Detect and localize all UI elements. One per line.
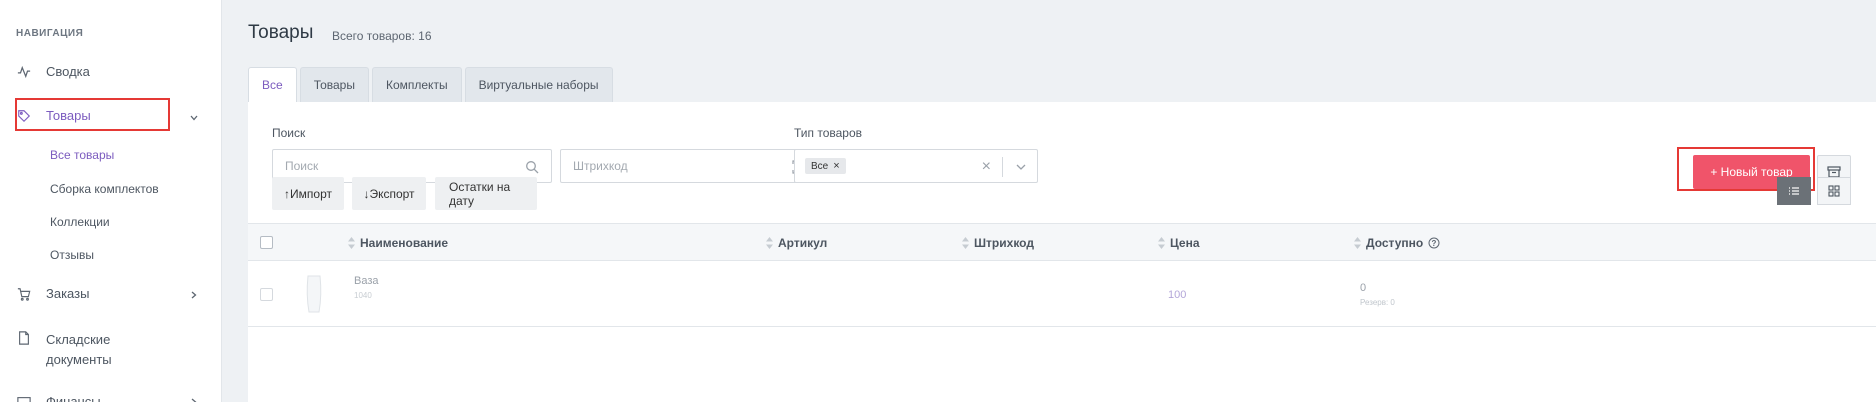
- select-separator: [1002, 157, 1003, 177]
- product-count: Всего товаров: 16: [332, 29, 432, 43]
- sort-icon: [962, 237, 969, 249]
- barcode-input[interactable]: Штрихкод: [560, 149, 819, 183]
- chip-remove-icon[interactable]: ×: [833, 160, 839, 172]
- col-name[interactable]: Наименование: [348, 236, 448, 250]
- col-available-label: Доступно: [1366, 236, 1424, 250]
- cart-icon: [16, 286, 32, 302]
- sort-icon: [1158, 237, 1165, 249]
- sidebar-item-label: Заказы: [46, 286, 90, 301]
- sidebar: НАВИГАЦИЯ Сводка Товары Все товары Сборк…: [0, 0, 222, 402]
- stock-by-date-button[interactable]: Остатки на дату: [435, 177, 537, 210]
- tab-bar: Все Товары Комплекты Виртуальные наборы: [248, 67, 613, 102]
- col-available[interactable]: Доступно ?: [1354, 236, 1440, 250]
- col-article-label: Артикул: [778, 236, 828, 250]
- product-code: 1040: [354, 291, 372, 300]
- col-price[interactable]: Цена: [1158, 236, 1200, 250]
- chevron-right-icon[interactable]: [189, 290, 199, 300]
- sidebar-item-warehouse-docs[interactable]: Складские документы: [16, 330, 206, 370]
- list-icon: [1789, 187, 1799, 195]
- barcode-placeholder: Штрихкод: [573, 159, 628, 173]
- search-placeholder: Поиск: [285, 159, 319, 173]
- col-article[interactable]: Артикул: [766, 236, 827, 250]
- product-reserve: Резерв: 0: [1360, 298, 1395, 307]
- help-icon[interactable]: ?: [1428, 237, 1440, 249]
- product-thumbnail: [306, 275, 322, 313]
- sidebar-item-orders[interactable]: Заказы: [16, 286, 206, 302]
- product-name[interactable]: Ваза: [354, 275, 379, 287]
- products-panel: Поиск Поиск Штрихкод Тип товаров Все × ×…: [248, 102, 1876, 402]
- sidebar-item-label: Складские документы: [46, 330, 112, 370]
- tab-products[interactable]: Товары: [299, 67, 369, 102]
- sidebar-item-label-line1: Складские: [46, 332, 111, 347]
- type-chip-label: Все: [811, 160, 829, 172]
- sort-icon: [766, 237, 773, 249]
- document-icon: [16, 330, 32, 346]
- product-type-select[interactable]: Все × ×: [794, 149, 1038, 183]
- sidebar-subitem-kit-assembly[interactable]: Сборка комплектов: [50, 182, 159, 196]
- chevron-down-icon[interactable]: [189, 113, 199, 123]
- tab-all[interactable]: Все: [248, 67, 297, 102]
- sort-icon: [348, 237, 355, 249]
- product-type-label: Тип товаров: [794, 126, 863, 140]
- activity-icon: [16, 64, 32, 80]
- col-barcode[interactable]: Штрихкод: [962, 236, 1034, 250]
- sidebar-subitem-all-products[interactable]: Все товары: [50, 148, 114, 162]
- chevron-down-icon[interactable]: [1015, 161, 1027, 173]
- wallet-icon: [16, 394, 32, 402]
- export-button[interactable]: ↓Экспорт: [352, 177, 426, 210]
- sidebar-item-summary[interactable]: Сводка: [16, 64, 206, 80]
- type-chip[interactable]: Все ×: [805, 158, 846, 174]
- grid-view-toggle[interactable]: [1817, 177, 1851, 205]
- sort-icon: [1354, 237, 1361, 249]
- main-content: Товары Всего товаров: 16 Все Товары Комп…: [222, 0, 1876, 402]
- chevron-right-icon[interactable]: [189, 397, 199, 402]
- list-view-toggle[interactable]: [1777, 177, 1811, 205]
- tab-kits[interactable]: Комплекты: [371, 67, 462, 102]
- sidebar-subitem-reviews[interactable]: Отзывы: [50, 248, 94, 262]
- search-label: Поиск: [272, 126, 306, 140]
- sidebar-subitem-collections[interactable]: Коллекции: [50, 215, 110, 229]
- sidebar-item-label: Финансы: [46, 394, 101, 402]
- product-available: 0: [1360, 282, 1367, 294]
- grid-icon: [1828, 185, 1840, 197]
- col-name-label: Наименование: [360, 236, 449, 250]
- col-price-label: Цена: [1170, 236, 1200, 250]
- page-title: Товары: [248, 22, 314, 43]
- col-barcode-label: Штрихкод: [974, 236, 1034, 250]
- tab-virtual-sets[interactable]: Виртуальные наборы: [464, 67, 613, 102]
- clear-icon[interactable]: ×: [982, 158, 991, 176]
- select-all-checkbox[interactable]: [260, 236, 273, 249]
- nav-heading: НАВИГАЦИЯ: [16, 28, 84, 39]
- import-button[interactable]: ↑Импорт: [272, 177, 344, 210]
- row-checkbox[interactable]: [260, 288, 273, 301]
- svg-text:?: ?: [1432, 239, 1437, 248]
- sidebar-item-label-line2: документы: [46, 352, 112, 367]
- sidebar-item-label: Сводка: [46, 64, 90, 79]
- product-price[interactable]: 100: [1168, 289, 1186, 301]
- table-row[interactable]: Ваза 1040 100 0 Резерв: 0: [248, 261, 1876, 327]
- table-header: Наименование Артикул Штрихкод Цена Досту…: [248, 223, 1876, 261]
- sidebar-item-finance[interactable]: Финансы: [16, 394, 206, 402]
- search-icon: [526, 161, 539, 174]
- highlight-box: [15, 98, 170, 131]
